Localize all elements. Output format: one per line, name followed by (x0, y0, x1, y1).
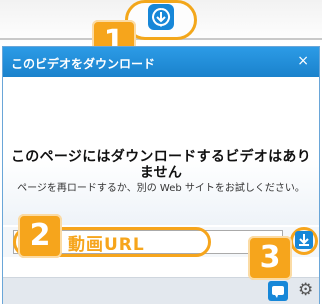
badge-3: 3 (248, 236, 292, 280)
download-icon (299, 234, 309, 246)
dialog-content: このページにはダウンロードするビデオはありません ページを再ロードするか、別の … (3, 77, 319, 225)
dialog-footer: ⚙ (3, 277, 319, 304)
dialog-title: このビデオをダウンロード (11, 57, 156, 71)
chat-icon[interactable] (268, 281, 288, 301)
badge-2: 2 (18, 214, 62, 258)
gear-icon[interactable]: ⚙ (298, 280, 313, 300)
reload-hint: ページを再ロードするか、別の Web サイトをお試しください。 (17, 183, 305, 194)
download-button[interactable] (295, 231, 313, 249)
close-icon[interactable]: × (297, 53, 309, 69)
video-url-label: 動画URL (68, 235, 145, 255)
no-video-message: このページにはダウンロードするビデオはありません (10, 149, 312, 181)
dialog-titlebar: このビデオをダウンロード × (3, 47, 319, 77)
download-extension-icon[interactable] (148, 4, 174, 30)
